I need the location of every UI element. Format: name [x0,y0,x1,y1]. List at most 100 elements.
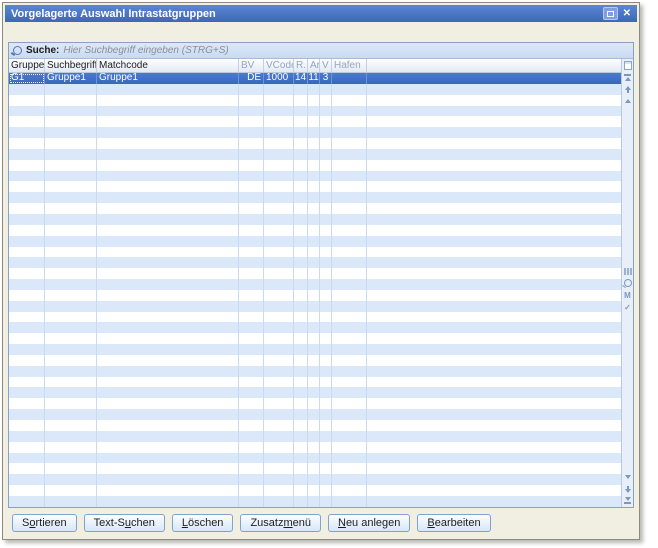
table-row[interactable] [9,312,633,323]
table-cell [239,322,264,333]
column-header-matchcode[interactable]: Matchcode [97,59,239,72]
table-cell [320,485,332,496]
table-row[interactable] [9,301,633,312]
table-cell [9,453,45,464]
button-sortieren[interactable]: Sortieren [12,514,77,532]
table-row[interactable] [9,236,633,247]
table-cell [45,463,97,474]
table-row[interactable] [9,192,633,203]
table-cell [308,463,320,474]
scroll-to-bottom-icon[interactable] [622,495,633,507]
restore-button[interactable] [603,7,618,20]
table-cell [308,181,320,192]
table-row[interactable] [9,225,633,236]
column-header-filler[interactable] [367,59,633,72]
table-row[interactable] [9,420,633,431]
search-placeholder: Hier Suchbegriff eingeben (STRG+S) [63,45,228,56]
filter-check-icon[interactable]: ✓ [622,301,633,313]
table-cell [332,301,367,312]
table-row[interactable] [9,442,633,453]
table-row[interactable] [9,116,633,127]
table-row[interactable] [9,95,633,106]
table-row[interactable] [9,431,633,442]
scroll-down-icon[interactable] [622,471,633,483]
table-row[interactable] [9,344,633,355]
button-text-suchen[interactable]: Text-Suchen [84,514,165,532]
table-row[interactable] [9,453,633,464]
table-row[interactable] [9,377,633,388]
table-cell [239,279,264,290]
table-cell [9,431,45,442]
table-cell [308,453,320,464]
table-row[interactable] [9,149,633,160]
table-row[interactable] [9,268,633,279]
table-cell [367,312,633,323]
table-row[interactable] [9,409,633,420]
table-cell [294,344,308,355]
table-row[interactable] [9,496,633,507]
table-row[interactable] [9,160,633,171]
column-header-hafen[interactable]: Hafen [332,59,367,72]
table-row[interactable] [9,366,633,377]
grid-area: GruppeSuchbegriffMatchcodeBVVCodeR.ArtVH… [9,59,633,507]
search-field[interactable]: Suche: Hier Suchbegriff eingeben (STRG+S… [9,43,633,59]
table-row[interactable] [9,290,633,301]
table-cell [9,160,45,171]
button-neu-anlegen[interactable]: Neu anlegen [328,514,410,532]
column-header-bv[interactable]: BV [239,59,264,72]
column-header-r-[interactable]: R. [294,59,308,72]
search-zoom-icon[interactable] [622,277,633,289]
table-cell [308,420,320,431]
table-cell [294,138,308,149]
column-header-gruppe[interactable]: Gruppe [9,59,45,72]
dialog-window: Vorgelagerte Auswahl Intrastatgruppen ✕ … [2,2,640,540]
column-header-vcode[interactable]: VCode [264,59,294,72]
scroll-up-icon[interactable] [622,95,633,107]
button-zusatzmenü[interactable]: Zusatzmenü [240,514,321,532]
table-row-selected[interactable]: G1Gruppe1Gruppe1DE100014113 [9,73,633,84]
title-bar[interactable]: Vorgelagerte Auswahl Intrastatgruppen ✕ [5,5,637,22]
table-row[interactable] [9,333,633,344]
table-cell [97,236,239,247]
table-row[interactable] [9,214,633,225]
table-row[interactable] [9,203,633,214]
table-cell [97,485,239,496]
table-row[interactable] [9,279,633,290]
table-row[interactable] [9,106,633,117]
scroll-to-top-icon[interactable] [622,71,633,83]
table-cell [9,236,45,247]
table-row[interactable] [9,247,633,258]
table-row[interactable] [9,387,633,398]
column-header-suchbegriff[interactable]: Suchbegriff [45,59,97,72]
table-row[interactable] [9,322,633,333]
table-row[interactable] [9,474,633,485]
button-bearbeiten[interactable]: Bearbeiten [417,514,490,532]
table-row[interactable] [9,171,633,182]
table-row[interactable] [9,257,633,268]
table-cell [97,355,239,366]
close-button[interactable]: ✕ [623,8,631,19]
table-cell [320,181,332,192]
table-cell [320,106,332,117]
table-row[interactable] [9,84,633,95]
scroll-up-fast-icon[interactable] [622,83,633,95]
table-row[interactable] [9,127,633,138]
column-chooser-icon[interactable] [622,59,633,71]
table-row[interactable] [9,485,633,496]
table-cell [45,247,97,258]
table-cell [332,203,367,214]
column-header-art[interactable]: Art [308,59,320,72]
table-row[interactable] [9,463,633,474]
list-views-icon[interactable] [622,265,633,277]
matchcode-icon[interactable]: M [622,289,633,301]
table-cell [9,290,45,301]
table-row[interactable] [9,181,633,192]
table-row[interactable] [9,355,633,366]
scroll-down-fast-icon[interactable] [622,483,633,495]
table-row[interactable] [9,398,633,409]
table-cell [9,149,45,160]
column-header-v[interactable]: V [320,59,332,72]
table-cell [294,322,308,333]
table-row[interactable] [9,138,633,149]
button-löschen[interactable]: Löschen [172,514,234,532]
